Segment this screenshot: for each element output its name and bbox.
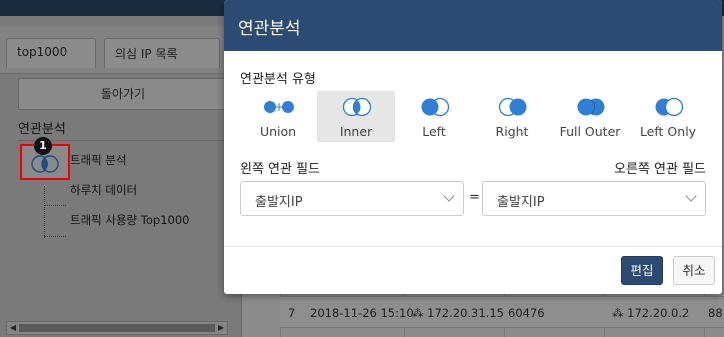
- step-badge: 1: [34, 137, 52, 155]
- network-icon: ⁂: [612, 306, 624, 320]
- chevron-down-icon: [685, 190, 697, 202]
- left-venn-icon: [421, 97, 450, 117]
- horizontal-scrollbar[interactable]: ◀ ▶: [6, 321, 228, 335]
- equals-sign: =: [469, 190, 480, 205]
- left-only-venn-icon: [655, 97, 684, 117]
- modal-header: 연관분석: [224, 0, 722, 51]
- join-type-label-right: Right: [495, 124, 529, 139]
- join-type-union[interactable]: + Union: [239, 91, 317, 142]
- join-type-label-inner: Inner: [339, 124, 373, 139]
- join-type-right[interactable]: Right: [473, 91, 551, 142]
- scroll-left-icon[interactable]: ◀: [7, 322, 19, 334]
- union-venn-icon: +: [264, 100, 294, 114]
- cancel-button[interactable]: 취소: [673, 256, 715, 285]
- tree-item-root[interactable]: 트래픽 분석: [70, 152, 127, 168]
- cell-src-ip: ⁂ 172.20.31.15: [412, 306, 504, 320]
- tree-item-child[interactable]: 트래픽 사용량 Top1000: [70, 212, 189, 228]
- dst-ip-value: 172.20.0.2: [627, 306, 690, 320]
- right-field-select[interactable]: 출발지IP: [482, 181, 706, 216]
- left-panel: top1000 의심 IP 목록 돌아가기 연관분석 1 트래픽 분석 하루치 …: [0, 16, 242, 337]
- cell-port: 60476: [508, 306, 545, 320]
- right-field-value: 출발지IP: [497, 195, 545, 210]
- back-button[interactable]: 돌아가기: [18, 78, 228, 110]
- join-type-label-union: Union: [259, 124, 297, 139]
- left-field-select[interactable]: 출발지IP: [240, 181, 464, 216]
- tab-suspicious-ip-list[interactable]: 의심 IP 목록: [104, 38, 220, 68]
- right-venn-icon: [498, 97, 527, 117]
- join-type-label-full-outer: Full Outer: [559, 124, 621, 139]
- table-row[interactable]: 7 2018-11-26 15:10 ⁂ 172.20.31.15 60476 …: [280, 296, 724, 328]
- join-type-full-outer[interactable]: Full Outer: [551, 91, 629, 142]
- cell-index: 7: [288, 306, 296, 320]
- full-outer-venn-icon: [577, 98, 605, 116]
- join-type-left[interactable]: Left: [395, 91, 473, 142]
- inner-venn-icon: [342, 97, 372, 117]
- tree-connector: [44, 236, 66, 237]
- join-type-label-left-only: Left Only: [639, 124, 697, 139]
- tree-connector: [44, 205, 66, 206]
- tree-connector: [44, 186, 45, 238]
- join-type-label: 연관분석 유형: [240, 72, 316, 87]
- cell-extra: 88: [708, 306, 723, 320]
- scroll-right-icon[interactable]: ▶: [215, 322, 227, 334]
- scroll-thumb[interactable]: [19, 324, 215, 332]
- join-type-left-only[interactable]: Left Only: [629, 91, 707, 142]
- tab-bar: top1000 의심 IP 목록: [0, 26, 242, 74]
- inner-venn-icon: [31, 155, 59, 173]
- left-field-label: 왼쪽 연관 필드: [240, 162, 321, 177]
- cell-dst-ip: ⁂ 172.20.0.2: [612, 306, 689, 320]
- modal-footer-divider: [224, 246, 722, 247]
- right-field-label: 오른쪽 연관 필드: [614, 162, 706, 177]
- section-title: 연관분석: [18, 122, 66, 137]
- network-icon: ⁂: [412, 306, 424, 320]
- src-ip-value: 172.20.31.15: [427, 306, 504, 320]
- join-type-label-left: Left: [422, 124, 446, 139]
- tab-top1000[interactable]: top1000: [6, 38, 96, 68]
- left-field-value: 출발지IP: [255, 195, 303, 210]
- chevron-down-icon: [443, 190, 455, 202]
- cell-datetime: 2018-11-26 15:10: [310, 306, 414, 320]
- svg-text:+: +: [274, 100, 284, 114]
- join-type-inner[interactable]: Inner: [317, 91, 395, 142]
- edit-button[interactable]: 편집: [621, 256, 663, 285]
- join-analysis-modal: 연관분석 연관분석 유형 + Union Inner Left Right Fu…: [224, 0, 722, 294]
- tree-item-child[interactable]: 하루치 데이터: [70, 182, 137, 198]
- modal-title: 연관분석: [238, 19, 301, 39]
